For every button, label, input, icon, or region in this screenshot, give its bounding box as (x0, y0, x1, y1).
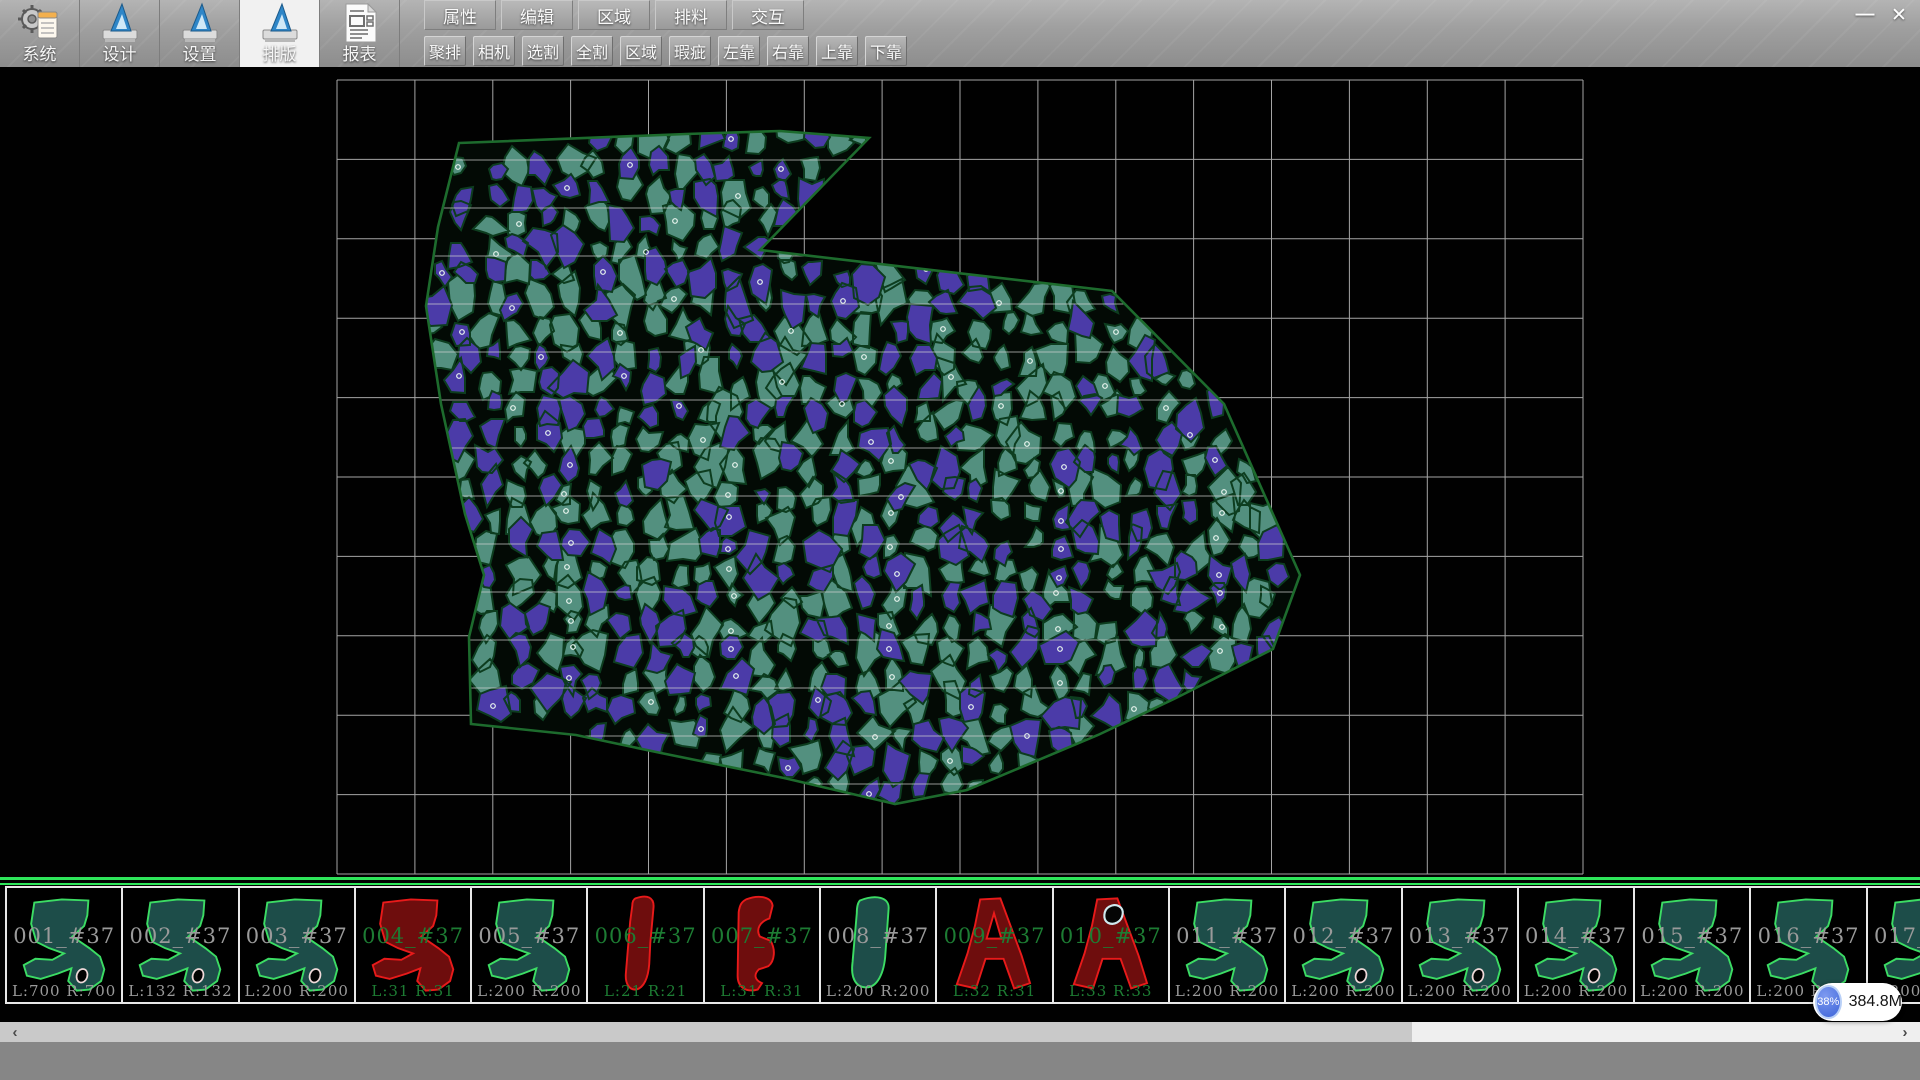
scrollbar-thumb[interactable] (0, 1022, 1412, 1042)
menu-tab-3[interactable]: 区域 (578, 0, 650, 30)
close-button[interactable]: ✕ (1882, 2, 1916, 28)
menu-tab-4[interactable]: 排料 (655, 0, 727, 30)
memory-usage-label: 384.8M (1849, 993, 1902, 1011)
menu-tab-1[interactable]: 属性 (424, 0, 496, 30)
mode-button-2[interactable]: 设计 (80, 0, 160, 67)
piece-thumbnail-002_#37[interactable]: 002_#37L:132 R:132 (123, 886, 239, 1004)
piece-shape (11, 890, 117, 1000)
piece-thumbnail-004_#37[interactable]: 004_#37L:31 R:31 (356, 886, 472, 1004)
piece-shape (592, 890, 698, 1000)
piece-shape (360, 890, 466, 1000)
piece-thumbnail-009_#37[interactable]: 009_#37L:32 R:31 (937, 886, 1053, 1004)
piece-shape (709, 890, 815, 1000)
mode-button-label: 排版 (263, 45, 297, 65)
main-mode-buttons: 系统 设计 设置 排版 报表 (0, 0, 400, 67)
strip-separator-line-2 (0, 883, 1920, 885)
action-buttons-row: 聚排相机选割全割区域瑕疵左靠右靠上靠下靠 (424, 36, 914, 67)
piece-shape (1058, 890, 1164, 1000)
action-button-4[interactable]: 全割 (571, 36, 613, 66)
menu-tab-5[interactable]: 交互 (732, 0, 804, 30)
action-button-5[interactable]: 区域 (620, 36, 662, 66)
piece-thumbnail-006_#37[interactable]: 006_#37L:21 R:21 (588, 886, 704, 1004)
piece-shape (1290, 890, 1396, 1000)
mode-button-1[interactable]: 系统 (0, 0, 80, 67)
action-button-2[interactable]: 相机 (473, 36, 515, 66)
piece-thumbnail-strip: 001_#37L:700 R:700002_#37L:132 R:132003_… (0, 886, 1920, 1004)
mode-button-label: 设置 (183, 45, 217, 65)
action-button-6[interactable]: 瑕疵 (669, 36, 711, 66)
mode-button-label: 报表 (343, 45, 377, 65)
menu-tab-2[interactable]: 编辑 (501, 0, 573, 30)
mode-button-5[interactable]: 报表 (320, 0, 400, 67)
action-button-3[interactable]: 选割 (522, 36, 564, 66)
ruler-icon (258, 2, 302, 44)
piece-thumbnail-008_#37[interactable]: 008_#37L:200 R:200 (821, 886, 937, 1004)
action-button-1[interactable]: 聚排 (424, 36, 466, 66)
mode-button-label: 设计 (103, 45, 137, 65)
status-bar (0, 1042, 1920, 1080)
mode-button-3[interactable]: 设置 (160, 0, 240, 67)
action-button-9[interactable]: 上靠 (816, 36, 858, 66)
cpu-percent-indicator: 38% (1815, 985, 1842, 1019)
scroll-left-arrow-icon[interactable]: ‹ (0, 1022, 30, 1042)
piece-shape (476, 890, 582, 1000)
piece-thumbnail-003_#37[interactable]: 003_#37L:200 R:200 (240, 886, 356, 1004)
piece-thumbnail-015_#37[interactable]: 015_#37L:200 R:200 (1635, 886, 1751, 1004)
memory-usage-badge: 38% 384.8M (1813, 983, 1902, 1021)
piece-shape (127, 890, 233, 1000)
strip-separator-line (0, 877, 1920, 880)
piece-thumbnail-005_#37[interactable]: 005_#37L:200 R:200 (472, 886, 588, 1004)
horizontal-scrollbar[interactable]: ‹ › (0, 1022, 1920, 1042)
ruler-icon (178, 2, 222, 44)
piece-shape (1523, 890, 1629, 1000)
piece-thumbnail-011_#37[interactable]: 011_#37L:200 R:200 (1170, 886, 1286, 1004)
piece-thumbnail-001_#37[interactable]: 001_#37L:700 R:700 (5, 886, 123, 1004)
piece-thumbnail-014_#37[interactable]: 014_#37L:200 R:200 (1519, 886, 1635, 1004)
action-button-7[interactable]: 左靠 (718, 36, 760, 66)
piece-thumbnail-007_#37[interactable]: 007_#37L:31 R:31 (705, 886, 821, 1004)
minimize-button[interactable]: — (1848, 2, 1882, 28)
window-controls: — ✕ (1848, 2, 1916, 28)
piece-thumbnail-013_#37[interactable]: 013_#37L:200 R:200 (1403, 886, 1519, 1004)
ruler-icon (98, 2, 142, 44)
scroll-right-arrow-icon[interactable]: › (1890, 1022, 1920, 1042)
action-button-10[interactable]: 下靠 (865, 36, 907, 66)
action-button-8[interactable]: 右靠 (767, 36, 809, 66)
piece-shape (941, 890, 1047, 1000)
nesting-app-window: 系统设计设置排版报表 属性编辑区域排料交互 聚排相机选割全割区域瑕疵左靠右靠上靠… (0, 0, 1920, 1080)
piece-shape (1407, 890, 1513, 1000)
piece-thumbnail-012_#37[interactable]: 012_#37L:200 R:200 (1286, 886, 1402, 1004)
piece-shape (1174, 890, 1280, 1000)
toolbar: 系统设计设置排版报表 属性编辑区域排料交互 聚排相机选割全割区域瑕疵左靠右靠上靠… (0, 0, 1920, 68)
piece-shape (825, 890, 931, 1000)
mode-button-4[interactable]: 排版 (240, 0, 320, 67)
mode-button-label: 系统 (23, 45, 57, 65)
piece-shape (244, 890, 350, 1000)
piece-thumbnail-010_#37[interactable]: 010_#37L:33 R:33 (1054, 886, 1170, 1004)
system-icon (18, 2, 62, 44)
report-icon (338, 2, 382, 44)
piece-shape (1639, 890, 1745, 1000)
menu-tabs: 属性编辑区域排料交互 (424, 0, 809, 30)
